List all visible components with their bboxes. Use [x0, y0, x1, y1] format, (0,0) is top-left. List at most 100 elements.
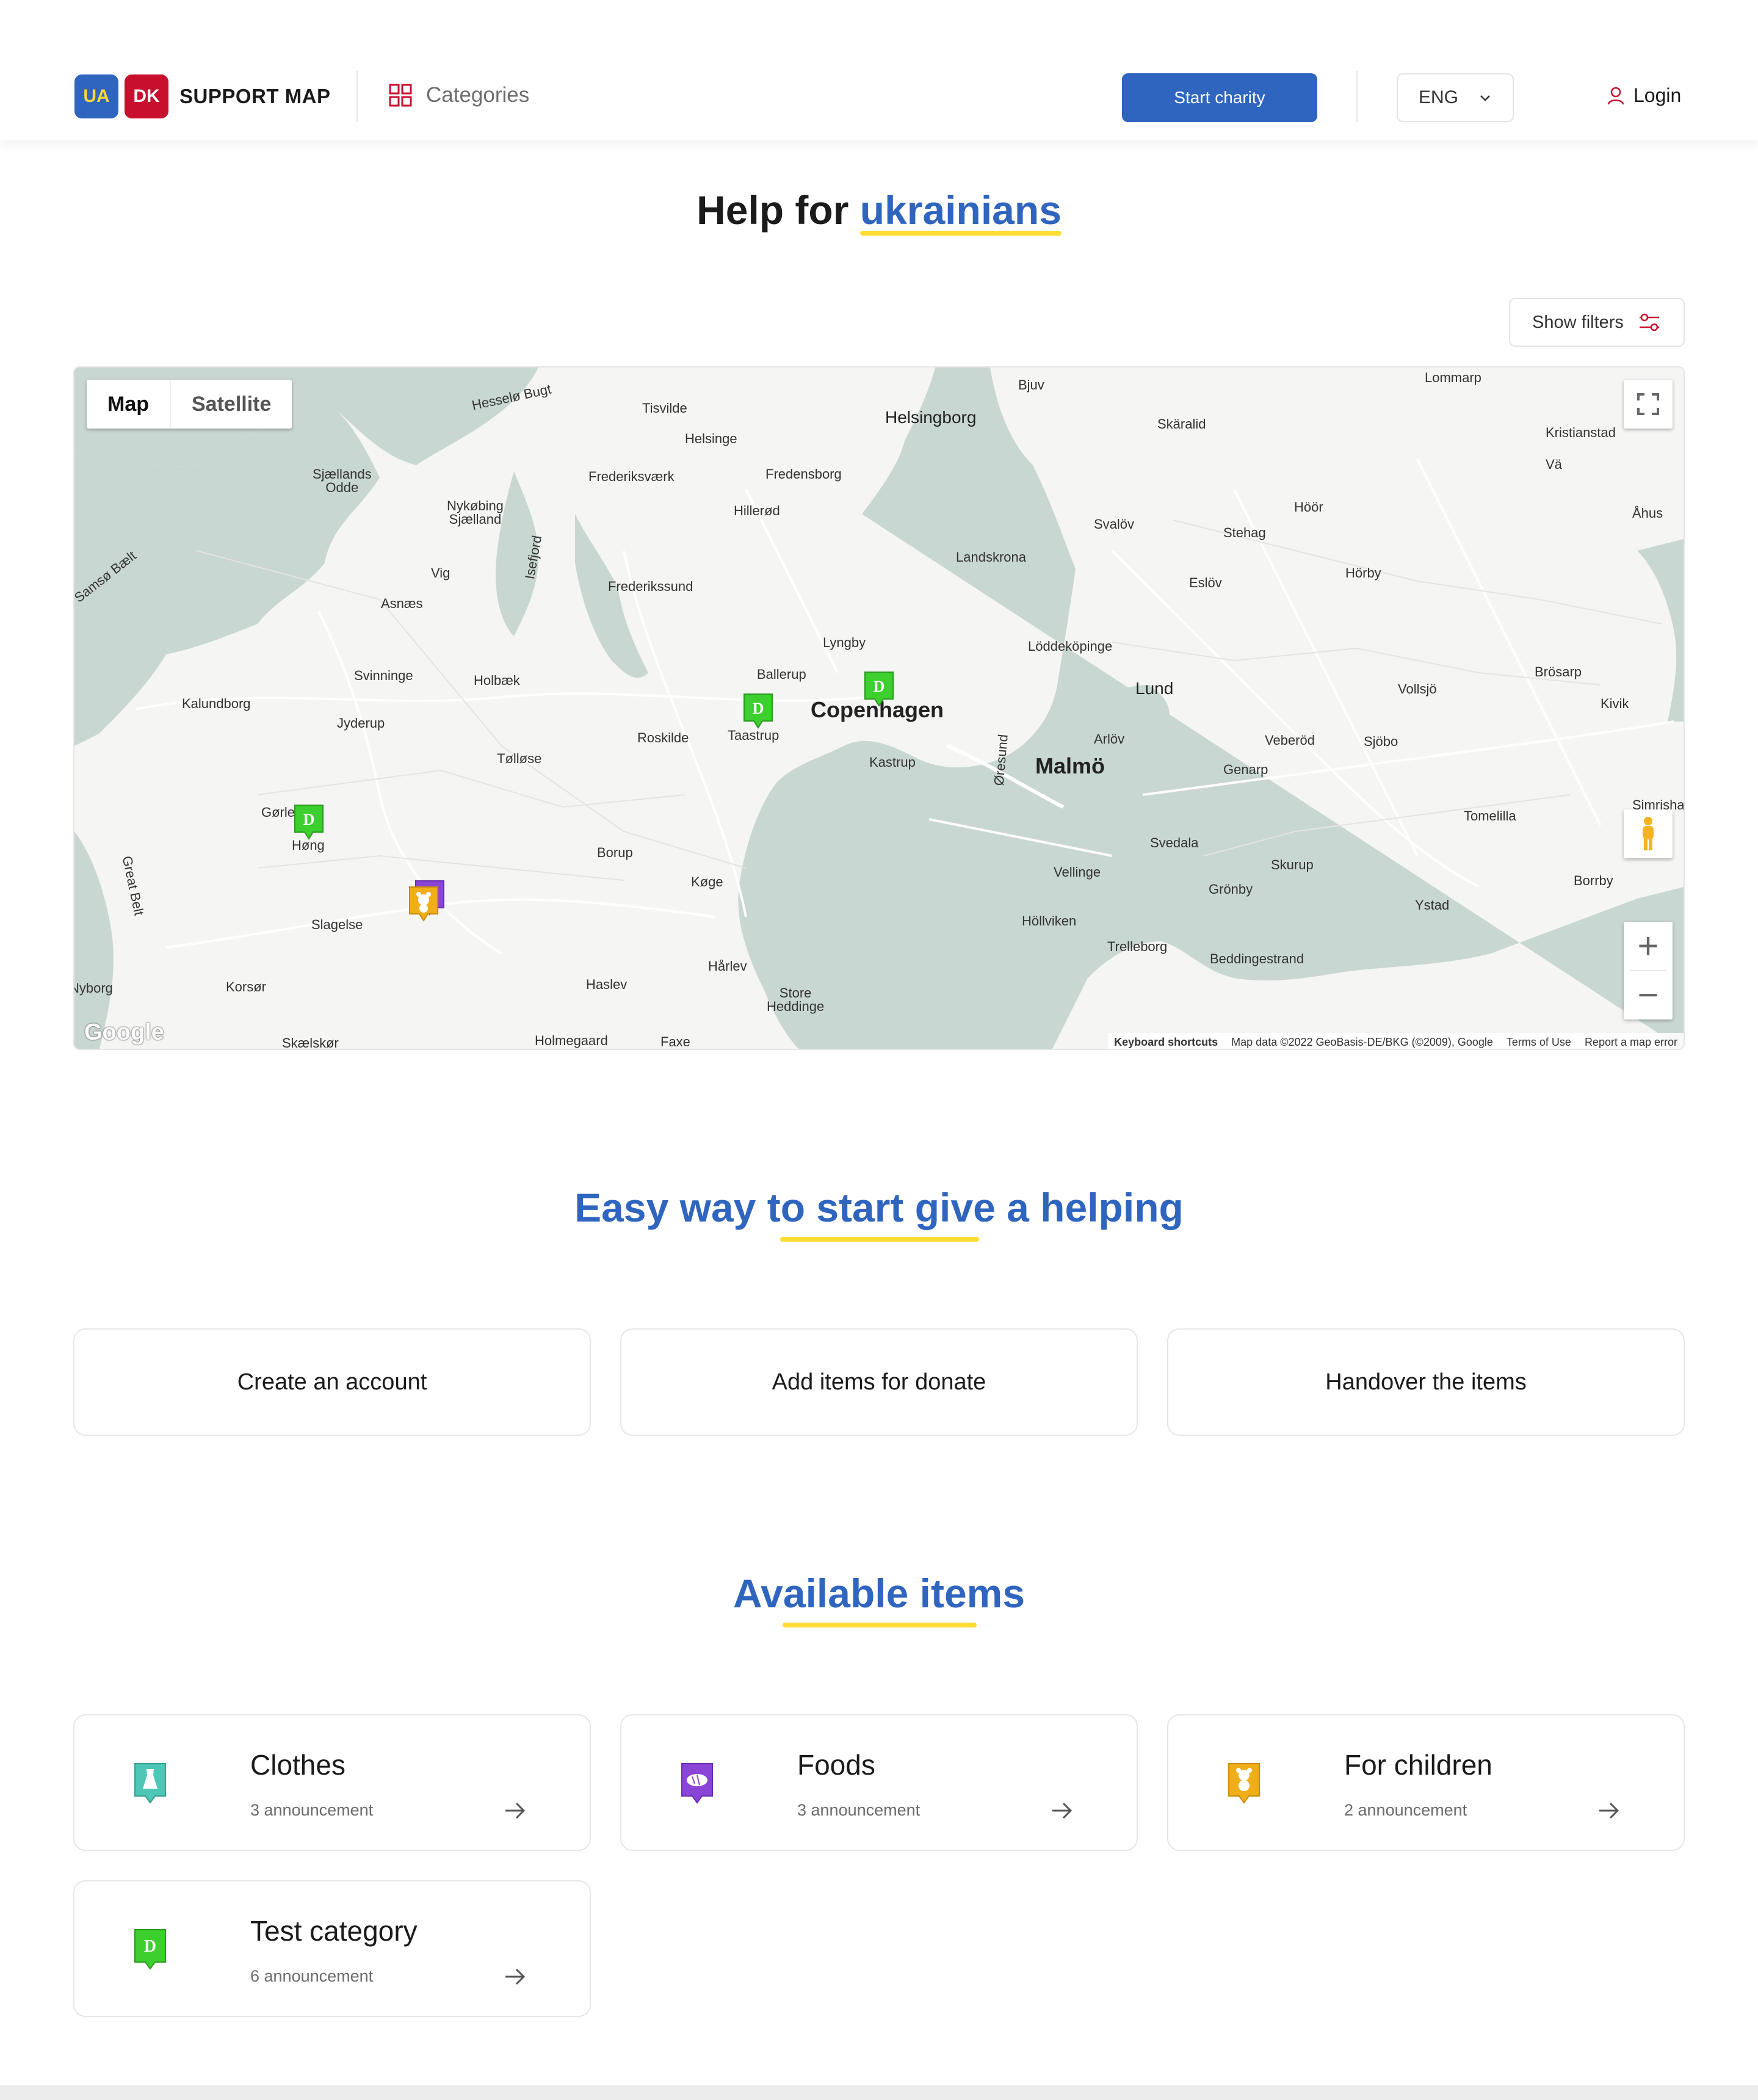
- fullscreen-button[interactable]: [1624, 380, 1673, 429]
- map-label-frederikssund: Frederikssund: [608, 579, 693, 594]
- steps-title-underline: [780, 1237, 979, 1242]
- map-label-hoor: Höör: [1294, 499, 1323, 515]
- map-label-tisvilde: Tisvilde: [642, 400, 687, 416]
- category-name: Foods: [797, 1749, 875, 1781]
- zoom-out-button[interactable]: −: [1624, 971, 1673, 1019]
- categories-label: Categories: [426, 83, 530, 107]
- map-label-tollose: Tølløse: [497, 751, 542, 766]
- category-count: 3 announcement: [250, 1801, 374, 1819]
- map-label-borup: Borup: [597, 845, 633, 860]
- fullscreen-icon: [1637, 393, 1659, 415]
- arrow-right-icon: [1599, 1802, 1619, 1819]
- category-card-foods[interactable]: Foods 3 announcement: [620, 1714, 1138, 1851]
- map-label-stehag: Stehag: [1223, 525, 1266, 540]
- page-title-accent: ukrainians: [859, 187, 1062, 236]
- teddy-bear-icon: [1228, 1763, 1260, 1804]
- svg-text:D: D: [753, 700, 764, 717]
- start-charity-button[interactable]: Start charity: [1122, 73, 1317, 122]
- map-label-landskrona: Landskrona: [956, 549, 1026, 565]
- map-marker-test-category[interactable]: D: [863, 670, 895, 708]
- category-name: Test category: [250, 1915, 418, 1947]
- map-label-sjobo: Sjöbo: [1364, 734, 1398, 749]
- step-card: Add items for donate: [620, 1328, 1138, 1436]
- page-title-prefix: Help for: [696, 187, 849, 233]
- category-card-test-category[interactable]: D Test category 6 announcement: [73, 1880, 591, 2017]
- map-label-eslov: Eslöv: [1189, 575, 1222, 590]
- map-label-ystad: Ystad: [1415, 897, 1450, 913]
- map-label-kristianstad: Kristianstad: [1546, 425, 1616, 440]
- map-data-credit: Map data ©2022 GeoBasis-DE/BKG (©2009), …: [1231, 1035, 1493, 1048]
- show-filters-label: Show filters: [1532, 312, 1624, 332]
- map-label-lommarp: Lommarp: [1425, 370, 1481, 385]
- map-label-haslev: Haslev: [586, 977, 628, 992]
- bread-icon: [681, 1763, 713, 1804]
- map-label-trelleborg: Trelleborg: [1107, 939, 1168, 954]
- map-label-nyborg: Nyborg: [73, 980, 113, 996]
- map-marker-for-children[interactable]: [408, 885, 440, 923]
- map-marker-test-category[interactable]: D: [293, 803, 325, 841]
- steps-title: Easy way to start give a helping: [574, 1185, 1184, 1230]
- map-marker-test-category[interactable]: D: [742, 692, 774, 730]
- map-label-beddingestrand: Beddingestrand: [1210, 951, 1304, 966]
- map-label-vollsjo: Vollsjö: [1398, 681, 1437, 697]
- login-link[interactable]: Login: [1607, 84, 1681, 107]
- category-count: 3 announcement: [797, 1801, 921, 1819]
- map-label-faxe: Faxe: [660, 1034, 690, 1049]
- zoom-in-button[interactable]: +: [1624, 922, 1673, 970]
- keyboard-shortcuts-link[interactable]: Keyboard shortcuts: [1114, 1036, 1218, 1049]
- map-label-kastrup: Kastrup: [869, 755, 916, 770]
- map-label-store-heddinge: Store Heddinge: [767, 985, 825, 1014]
- header-divider: [356, 71, 358, 122]
- map-label-holbaek: Holbæk: [474, 673, 520, 688]
- map-label-veberod: Veberöd: [1265, 733, 1315, 748]
- map-label-brosarp: Brösarp: [1535, 664, 1582, 679]
- map-label-svalov: Svalöv: [1094, 516, 1135, 532]
- letter-d-icon: D: [134, 1929, 166, 1970]
- language-select[interactable]: ENG: [1397, 73, 1514, 122]
- grid-icon: [389, 84, 412, 107]
- category-count: 2 announcement: [1344, 1801, 1467, 1819]
- footer-band: [0, 2085, 1758, 2100]
- user-icon: [1607, 87, 1624, 104]
- map-label-korsor: Korsør: [226, 979, 266, 994]
- map-label-slagelse: Slagelse: [311, 917, 363, 932]
- map-label-nykobing: Nykøbing Sjælland: [447, 498, 504, 527]
- category-card-clothes[interactable]: Clothes 3 announcement: [73, 1714, 591, 1851]
- map-label-skaralid: Skäralid: [1157, 416, 1206, 432]
- map-label-kivik: Kivik: [1601, 696, 1629, 711]
- categories-menu[interactable]: Categories: [388, 83, 529, 107]
- map-label-skurup: Skurup: [1271, 857, 1314, 872]
- map-label-skaelskor: Skælskør: [282, 1035, 339, 1050]
- svg-text:D: D: [303, 811, 315, 828]
- arrow-right-icon: [505, 1802, 526, 1819]
- street-view-button[interactable]: [1624, 809, 1673, 858]
- terms-of-use-link[interactable]: Terms of Use: [1507, 1036, 1571, 1049]
- svg-text:D: D: [874, 678, 885, 695]
- map-type-map-button[interactable]: Map: [87, 380, 171, 429]
- map-label-sjaellands-odde: Sjællands Odde: [313, 466, 372, 495]
- category-card-for-children[interactable]: For children 2 announcement: [1167, 1714, 1685, 1851]
- map-type-satellite-button[interactable]: Satellite: [171, 380, 292, 429]
- map-label-helsingborg: Helsingborg: [885, 408, 977, 427]
- category-name: Clothes: [250, 1749, 345, 1781]
- map-label-roskilde: Roskilde: [637, 730, 689, 745]
- show-filters-button[interactable]: Show filters: [1509, 298, 1685, 347]
- category-count: 6 announcement: [250, 1967, 374, 1985]
- available-items-title: Available items: [733, 1571, 1026, 1616]
- map-attribution: Keyboard shortcuts Map data ©2022 GeoBas…: [1108, 1033, 1684, 1049]
- map-label-ahus: Åhus: [1632, 505, 1663, 521]
- google-logo[interactable]: Google: [84, 1019, 164, 1046]
- map-label-ballerup: Ballerup: [757, 667, 806, 682]
- map-label-fredensborg: Fredensborg: [765, 466, 842, 482]
- map-label-svedala: Svedala: [1150, 835, 1199, 850]
- map-label-frederiksvaerk: Frederiksværk: [588, 469, 675, 484]
- map[interactable]: Copenhagen Malmö Helsingborg Lund Helsin…: [73, 366, 1685, 1050]
- logo-dk-badge: DK: [125, 74, 168, 118]
- map-label-hillerod: Hillerød: [734, 503, 780, 518]
- logo[interactable]: UA DK SUPPORT MAP: [74, 74, 331, 118]
- report-map-error-link[interactable]: Report a map error: [1585, 1036, 1677, 1049]
- language-value: ENG: [1419, 87, 1459, 107]
- map-label-vig: Vig: [431, 565, 450, 581]
- map-label-tomelilla: Tomelilla: [1464, 808, 1516, 824]
- map-label-koge: Køge: [691, 874, 723, 889]
